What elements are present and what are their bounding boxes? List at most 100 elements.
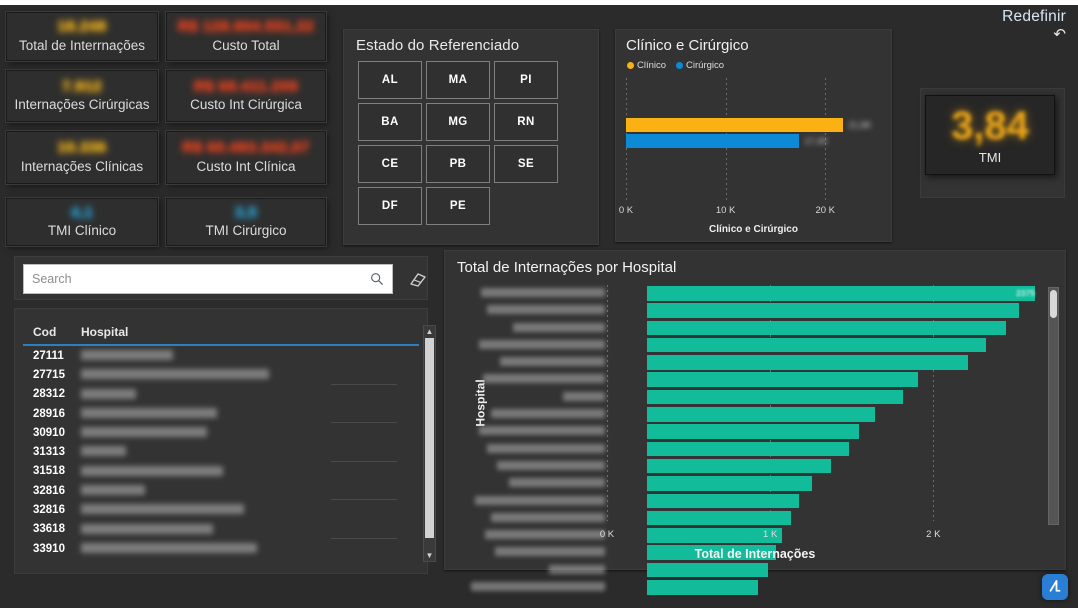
kpi-card-8[interactable]: 3,5 TMI Cirúrgico — [166, 198, 326, 246]
clinical-surgical-legend: Clínico Cirúrgico — [616, 54, 891, 71]
reset-button[interactable]: Redefinir ↶ — [1002, 8, 1066, 42]
bar-fill[interactable]: 2375 — [647, 286, 1035, 301]
state-tile-se[interactable]: SE — [494, 145, 558, 183]
legend-label: Cirúrgico — [686, 60, 725, 71]
state-tile-pi[interactable]: PI — [494, 61, 558, 99]
kpi-card-4[interactable]: R$ 68.411.209 Custo Int Cirúrgica — [166, 70, 326, 122]
hospital-bar-row[interactable] — [479, 337, 1039, 354]
state-filter-panel: Estado do Referenciado AL MA PI BA MG RN CE PB S… — [343, 29, 599, 245]
hospital-bar-row[interactable] — [497, 320, 1039, 337]
state-tile-pb[interactable]: PB — [426, 145, 490, 183]
hospital-bar-row[interactable] — [497, 389, 1039, 406]
bar-clínico[interactable]: 21,8K — [626, 118, 883, 132]
table-header-row: Cod Hospital — [23, 319, 419, 346]
table-row[interactable]: 33618 — [23, 520, 419, 539]
hospital-bar-row[interactable] — [487, 441, 1039, 458]
bar-fill[interactable] — [647, 510, 791, 526]
bar-data-label: 2375 — [1016, 288, 1035, 298]
bar-fill[interactable] — [647, 493, 799, 509]
tmi-value: 3,84 — [951, 103, 1029, 148]
table-scrollbar[interactable]: ▲ ▼ — [423, 325, 436, 562]
cell-hospital — [81, 346, 419, 365]
bar-track — [647, 493, 1039, 509]
table-row[interactable]: 28916 — [23, 404, 419, 424]
redacted-hospital-label — [475, 495, 605, 505]
hospital-bar-row[interactable]: 2375 — [481, 285, 1039, 302]
table-row[interactable]: 32816 — [23, 500, 419, 519]
bar-fill[interactable] — [647, 458, 832, 474]
table-row[interactable]: 31313 — [23, 442, 419, 462]
hospital-bar-row[interactable] — [471, 579, 1039, 596]
state-tile-mg[interactable]: MG — [426, 103, 490, 141]
table-row[interactable]: 30910 — [23, 423, 419, 442]
kpi-card-2[interactable]: R$ 128.904.551,32 Custo Total — [166, 12, 326, 61]
bar-track — [647, 389, 1039, 405]
table-row[interactable]: 31518 — [23, 462, 419, 481]
hospital-bar-row[interactable] — [497, 562, 1039, 579]
legend-item-1[interactable]: Clínico — [627, 60, 666, 71]
state-tile-pe[interactable]: PE — [426, 187, 490, 225]
hospital-bar-row[interactable] — [497, 475, 1039, 492]
hospital-bar-row[interactable] — [491, 510, 1039, 527]
bar-fill[interactable] — [647, 476, 812, 491]
column-header-cod[interactable]: Cod — [33, 325, 81, 339]
state-tile-ma[interactable]: MA — [426, 61, 490, 99]
table-row[interactable]: 27111 — [23, 346, 419, 365]
bar-fill[interactable] — [647, 389, 904, 405]
state-tile-ba[interactable]: BA — [358, 103, 422, 141]
bar-cirúrgico[interactable]: 17,4K — [626, 134, 883, 148]
hospital-bar-row[interactable] — [479, 423, 1039, 440]
tmi-kpi-card[interactable]: 3,84 TMI — [925, 95, 1055, 175]
hospital-bar-row[interactable] — [497, 458, 1039, 475]
magnifier-icon[interactable] — [370, 272, 384, 286]
kpi-card-6[interactable]: R$ 60.493.342,07 Custo Int Clínica — [166, 131, 326, 184]
hospital-bar-row[interactable] — [491, 406, 1039, 423]
scroll-down-icon[interactable]: ▼ — [424, 550, 435, 561]
state-tile-rn[interactable]: RN — [494, 103, 558, 141]
hospital-bar-row[interactable] — [483, 371, 1039, 388]
bar-fill[interactable] — [647, 441, 850, 457]
kpi-card-3[interactable]: 7.912 Internações Cirúrgicas — [6, 70, 158, 122]
bar-fill[interactable] — [647, 303, 1019, 318]
kpi-card-7[interactable]: 4,1 TMI Clínico — [6, 198, 158, 246]
state-tile-al[interactable]: AL — [358, 61, 422, 99]
bar-fill[interactable] — [647, 337, 987, 353]
redacted-hospital-label — [491, 409, 605, 419]
kpi-card-5[interactable]: 10.336 Internações Clínicas — [6, 131, 158, 184]
kpi-card-1[interactable]: 18.248 Total de Interrnações — [6, 12, 158, 61]
hospital-chart-scrollbar[interactable] — [1048, 287, 1059, 525]
table-scroll-thumb[interactable] — [425, 338, 434, 538]
bar-track — [647, 562, 1039, 578]
hospital-bar-row[interactable] — [475, 493, 1039, 510]
hospital-chart-scroll-thumb[interactable] — [1050, 290, 1057, 318]
hospital-bar-row[interactable] — [497, 354, 1039, 371]
bar-fill[interactable] — [647, 580, 758, 595]
clinical-surgical-bars[interactable]: 21,8K 17,4K — [626, 118, 883, 150]
state-tile-df[interactable]: DF — [358, 187, 422, 225]
hospital-bar-row[interactable] — [487, 302, 1039, 319]
undo-arrow-icon[interactable]: ↶ — [1002, 27, 1066, 42]
bar-fill[interactable] — [647, 372, 918, 387]
table-row[interactable]: 32816 — [23, 481, 419, 501]
kpi-value: 3,5 — [234, 203, 258, 221]
table-row[interactable]: 33910 — [23, 539, 419, 558]
bar-fill[interactable] — [647, 355, 969, 370]
bar-fill[interactable] — [647, 320, 1006, 336]
bar-track — [647, 303, 1039, 318]
state-tile-ce[interactable]: CE — [358, 145, 422, 183]
table-row[interactable]: 28312 — [23, 385, 419, 404]
hospital-chart-bars[interactable]: 2375 — [471, 285, 1039, 595]
bar-fill[interactable] — [647, 424, 860, 439]
legend-item-2[interactable]: Cirúrgico — [676, 60, 724, 71]
column-header-hospital[interactable]: Hospital — [81, 325, 128, 339]
scroll-up-icon[interactable]: ▲ — [424, 326, 435, 337]
search-placeholder: Search — [32, 272, 72, 286]
bar-fill[interactable] — [647, 407, 876, 422]
table-row[interactable]: 27715 — [23, 365, 419, 385]
redacted-hospital-name — [81, 350, 173, 360]
bar-fill[interactable] — [647, 562, 768, 578]
x-tick-label: 2 K — [926, 529, 941, 540]
eraser-icon[interactable] — [405, 266, 431, 292]
cell-hospital — [81, 481, 419, 501]
search-input[interactable]: Search — [23, 264, 393, 294]
